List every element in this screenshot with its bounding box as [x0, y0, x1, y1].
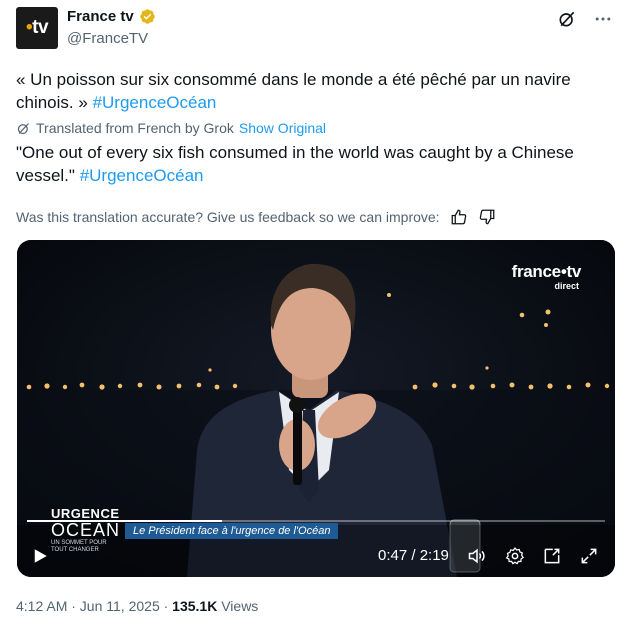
feedback-prompt: Was this translation accurate? Give us f…: [16, 209, 440, 225]
original-tweet-text: « Un poisson sur six consommé dans le mo…: [16, 70, 571, 112]
show-original-link[interactable]: Show Original: [239, 120, 326, 136]
video-time: 0:47 / 2:19: [378, 547, 449, 564]
grok-small-icon: [17, 122, 29, 134]
picture-in-picture-icon[interactable]: [542, 546, 562, 566]
verified-badge-icon: [139, 9, 155, 24]
channel-logo: france•tv direct: [511, 262, 582, 291]
volume-icon[interactable]: [467, 546, 487, 566]
video-controls: 0:47 / 2:19: [17, 531, 615, 577]
play-icon[interactable]: [31, 547, 49, 565]
grok-icon[interactable]: [556, 8, 578, 30]
tweet: •tv France tv @FranceTV « Un poisson sur…: [0, 0, 626, 619]
author-display-name[interactable]: France tv: [67, 8, 134, 25]
translation-note: Translated from French by Grok Show Orig…: [16, 120, 326, 136]
tweet-actions-top: [556, 8, 614, 30]
show-title-line1: URGENCE: [51, 506, 120, 521]
video-progress-fill: [27, 520, 223, 522]
author-handle[interactable]: @FranceTV: [67, 30, 148, 47]
thumbs-up-icon[interactable]: [450, 208, 468, 226]
author-name-row[interactable]: France tv: [67, 8, 156, 25]
views-label: Views: [217, 598, 259, 614]
translated-tweet-text: "One out of every six fish consumed in t…: [16, 143, 574, 185]
thumbs-down-icon[interactable]: [478, 208, 496, 226]
timestamp[interactable]: 4:12 AM · Jun 11, 2025 ·: [16, 598, 172, 614]
avatar[interactable]: •tv: [16, 7, 58, 49]
views-count: 135.1K: [172, 598, 218, 614]
settings-gear-icon[interactable]: [505, 546, 525, 566]
hashtag-link[interactable]: #UrgenceOcéan: [93, 93, 217, 112]
translated-from-label: Translated from French by Grok: [36, 120, 234, 136]
channel-brand: france•tv: [511, 262, 582, 281]
avatar-logo: •tv: [25, 17, 49, 38]
video-progress-bar[interactable]: [27, 520, 605, 522]
channel-sub: direct: [554, 281, 579, 291]
more-options-icon[interactable]: [592, 8, 614, 30]
tweet-meta: 4:12 AM · Jun 11, 2025 · 135.1K Views: [16, 598, 258, 614]
video-player[interactable]: france•tv direct URGENCE OCÉAN UN SOMMET…: [17, 240, 615, 577]
fullscreen-icon[interactable]: [579, 546, 599, 566]
translation-feedback: Was this translation accurate? Give us f…: [16, 208, 496, 226]
hashtag-link[interactable]: #UrgenceOcéan: [80, 166, 204, 185]
